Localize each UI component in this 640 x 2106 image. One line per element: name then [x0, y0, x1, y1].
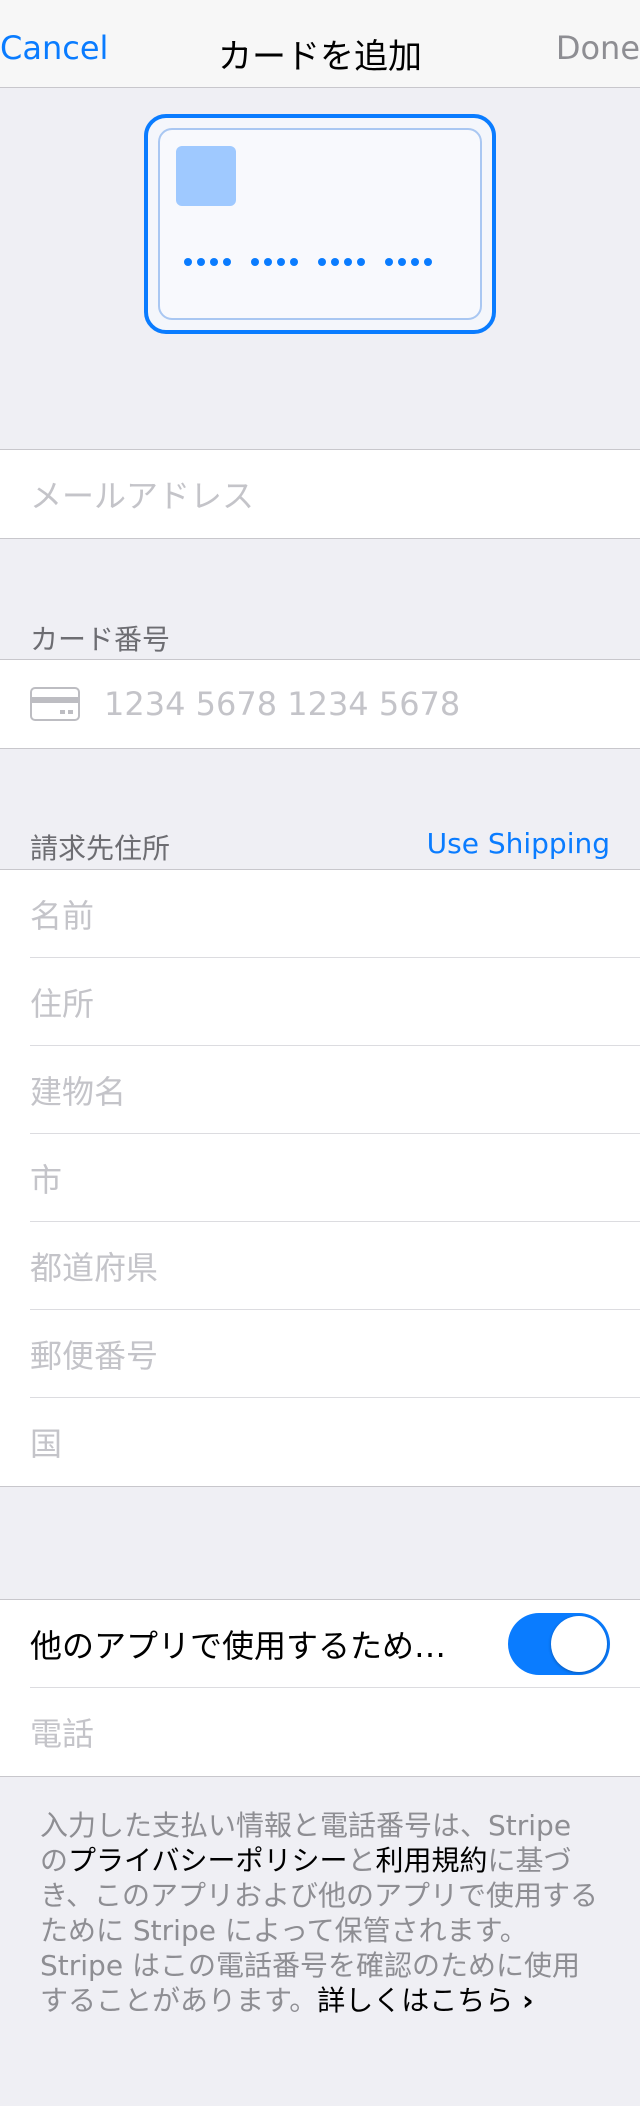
city-placeholder: 市 [30, 1161, 63, 1199]
card-preview-inner [158, 128, 482, 320]
name-field[interactable]: 名前 [0, 870, 640, 958]
card-number-field[interactable]: 1234 5678 1234 5678 [0, 660, 640, 748]
card-number-header: カード番号 [0, 604, 640, 660]
phone-field[interactable]: 電話 [0, 1688, 640, 1776]
postal-code-field[interactable]: 郵便番号 [0, 1310, 640, 1398]
done-button[interactable]: Done [556, 29, 640, 67]
email-placeholder: メールアドレス [30, 477, 255, 515]
phone-placeholder: 電話 [30, 1715, 95, 1753]
toggle-knob [551, 1616, 607, 1672]
country-field[interactable]: 国 [0, 1398, 640, 1486]
card-number-header-label: カード番号 [30, 623, 171, 656]
prefecture-field[interactable]: 都道府県 [0, 1222, 640, 1310]
billing-header-label: 請求先住所 [30, 832, 171, 865]
postal-code-placeholder: 郵便番号 [30, 1337, 159, 1375]
save-toggle-label: 他のアプリで使用するため… [30, 1627, 447, 1665]
building-placeholder: 建物名 [30, 1073, 127, 1111]
billing-section: 名前 住所 建物名 市 都道府県 郵便番号 国 [0, 869, 640, 1487]
prefecture-placeholder: 都道府県 [30, 1249, 159, 1287]
save-toggle-row: 他のアプリで使用するため… [0, 1600, 640, 1688]
card-preview [144, 114, 496, 334]
privacy-policy-link[interactable]: プライバシーポリシー [68, 1844, 347, 1877]
credit-card-icon [30, 687, 80, 721]
page-title: カードを追加 [218, 37, 422, 77]
country-placeholder: 国 [30, 1425, 63, 1463]
use-shipping-button[interactable]: Use Shipping [427, 827, 610, 860]
chevron-right-icon: › [522, 1984, 534, 2017]
navigation-bar: Cancel カードを追加 Done [0, 0, 640, 88]
card-number-dots [184, 258, 432, 266]
email-field[interactable]: メールアドレス [0, 450, 640, 538]
terms-link[interactable]: 利用規約 [375, 1844, 487, 1877]
city-field[interactable]: 市 [0, 1134, 640, 1222]
card-chip-icon [176, 146, 236, 206]
address-field[interactable]: 住所 [0, 958, 640, 1046]
card-number-section: 1234 5678 1234 5678 [0, 659, 640, 749]
address-placeholder: 住所 [30, 985, 95, 1023]
footer-text-2: と [347, 1844, 376, 1877]
save-section: 他のアプリで使用するため… 電話 [0, 1599, 640, 1777]
card-number-placeholder: 1234 5678 1234 5678 [104, 685, 461, 723]
building-field[interactable]: 建物名 [0, 1046, 640, 1134]
email-section: メールアドレス [0, 449, 640, 539]
learn-more-link[interactable]: 詳しくはこちら [317, 1984, 513, 2017]
name-placeholder: 名前 [30, 897, 95, 935]
save-toggle-switch[interactable] [508, 1613, 610, 1675]
legal-footer: 入力した支払い情報と電話番号は、Stripe のプライバシーポリシーと利用規約に… [40, 1808, 600, 2018]
billing-header: 請求先住所 Use Shipping [0, 813, 640, 869]
